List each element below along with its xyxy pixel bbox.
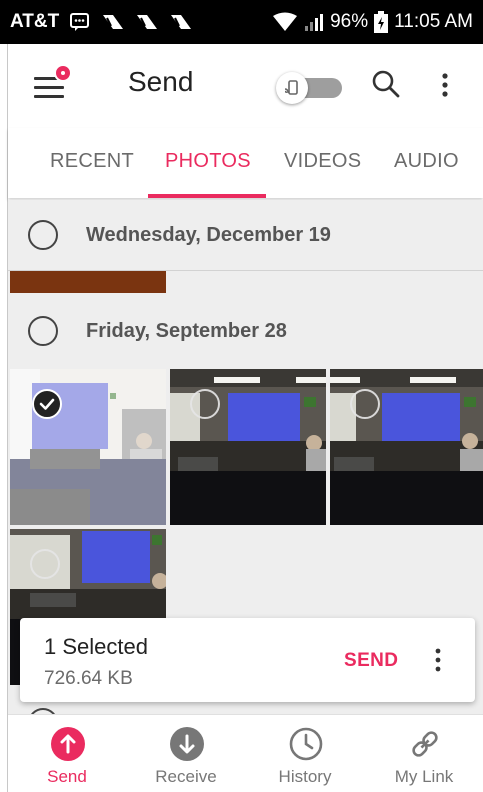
- menu-icon-line: [34, 86, 64, 89]
- tab-photos[interactable]: PHOTOS: [165, 150, 251, 173]
- clock-icon: [289, 727, 323, 761]
- notification-icon: [135, 12, 159, 32]
- tab-bar: RECENT PHOTOS VIDEOS AUDIO: [8, 128, 483, 198]
- selection-bar: 1 Selected 726.64 KB SEND: [20, 618, 475, 702]
- select-group-radio[interactable]: [28, 316, 58, 346]
- nav-history[interactable]: History: [246, 715, 364, 792]
- more-vert-icon: [442, 73, 448, 97]
- group-date: Friday, September 28: [86, 319, 287, 342]
- date-group-header: Wednesday, December 19: [8, 200, 483, 270]
- wifi-icon: [272, 12, 298, 32]
- cast-phone-icon: [284, 80, 298, 95]
- status-left: AT&T: [10, 11, 193, 33]
- checkmark-icon: [32, 389, 62, 419]
- nav-label: Receive: [155, 767, 217, 786]
- menu-icon-line: [34, 95, 64, 98]
- notification-icon: [169, 12, 193, 32]
- nav-send[interactable]: Send: [8, 715, 126, 792]
- photo-select-radio[interactable]: [30, 549, 60, 579]
- nav-receive[interactable]: Receive: [127, 715, 245, 792]
- tab-videos[interactable]: VIDEOS: [284, 150, 361, 173]
- menu-button[interactable]: [32, 64, 72, 104]
- app-bar: Send: [8, 44, 483, 128]
- photo-select-radio[interactable]: [350, 389, 380, 419]
- send-button[interactable]: SEND: [344, 650, 398, 672]
- page-title: Send: [128, 66, 194, 97]
- tab-indicator: [148, 194, 266, 198]
- selected-count: 1 Selected: [44, 634, 148, 659]
- upload-icon: [51, 727, 85, 761]
- status-bar: AT&T 96% 11:05 AM: [0, 0, 483, 44]
- photo-thumbnail[interactable]: [10, 271, 166, 293]
- bottom-navigation: Send Receive History My Link: [8, 714, 483, 792]
- notification-badge: [54, 64, 72, 82]
- more-options-button[interactable]: [435, 70, 455, 102]
- signal-icon: [304, 12, 324, 32]
- nav-label: History: [278, 767, 332, 786]
- search-button[interactable]: [370, 68, 402, 100]
- date-group-header: Friday, September 28: [8, 296, 483, 366]
- status-time: 11:05 AM: [394, 11, 473, 32]
- tab-audio[interactable]: AUDIO: [394, 150, 459, 173]
- battery-icon: [374, 11, 389, 33]
- group-date: Wednesday, December 19: [86, 223, 331, 246]
- selection-more-button[interactable]: [430, 646, 446, 674]
- photo-thumbnail-selected[interactable]: [10, 369, 166, 525]
- tab-recent[interactable]: RECENT: [50, 150, 134, 173]
- download-icon: [170, 727, 204, 761]
- nav-my-link[interactable]: My Link: [365, 715, 483, 792]
- photo-select-radio[interactable]: [190, 389, 220, 419]
- notification-icon: [101, 12, 125, 32]
- select-group-radio[interactable]: [28, 220, 58, 250]
- nav-label: Send: [47, 767, 87, 786]
- photo-image: [170, 369, 326, 525]
- carrier-label: AT&T: [10, 11, 60, 32]
- message-icon: [69, 11, 91, 33]
- status-right: 96% 11:05 AM: [272, 11, 473, 33]
- photo-thumbnail[interactable]: [170, 369, 326, 525]
- selected-size: 726.64 KB: [44, 668, 133, 689]
- search-icon: [372, 70, 400, 98]
- photo-thumbnail[interactable]: [330, 369, 483, 525]
- toggle-switch[interactable]: [276, 72, 342, 104]
- link-icon: [412, 731, 438, 757]
- photo-image: [330, 369, 483, 525]
- nav-label: My Link: [394, 767, 454, 786]
- selected-overlay: [10, 369, 166, 525]
- toggle-knob: [276, 72, 308, 104]
- more-vert-icon: [435, 648, 441, 672]
- battery-percent: 96%: [330, 11, 369, 32]
